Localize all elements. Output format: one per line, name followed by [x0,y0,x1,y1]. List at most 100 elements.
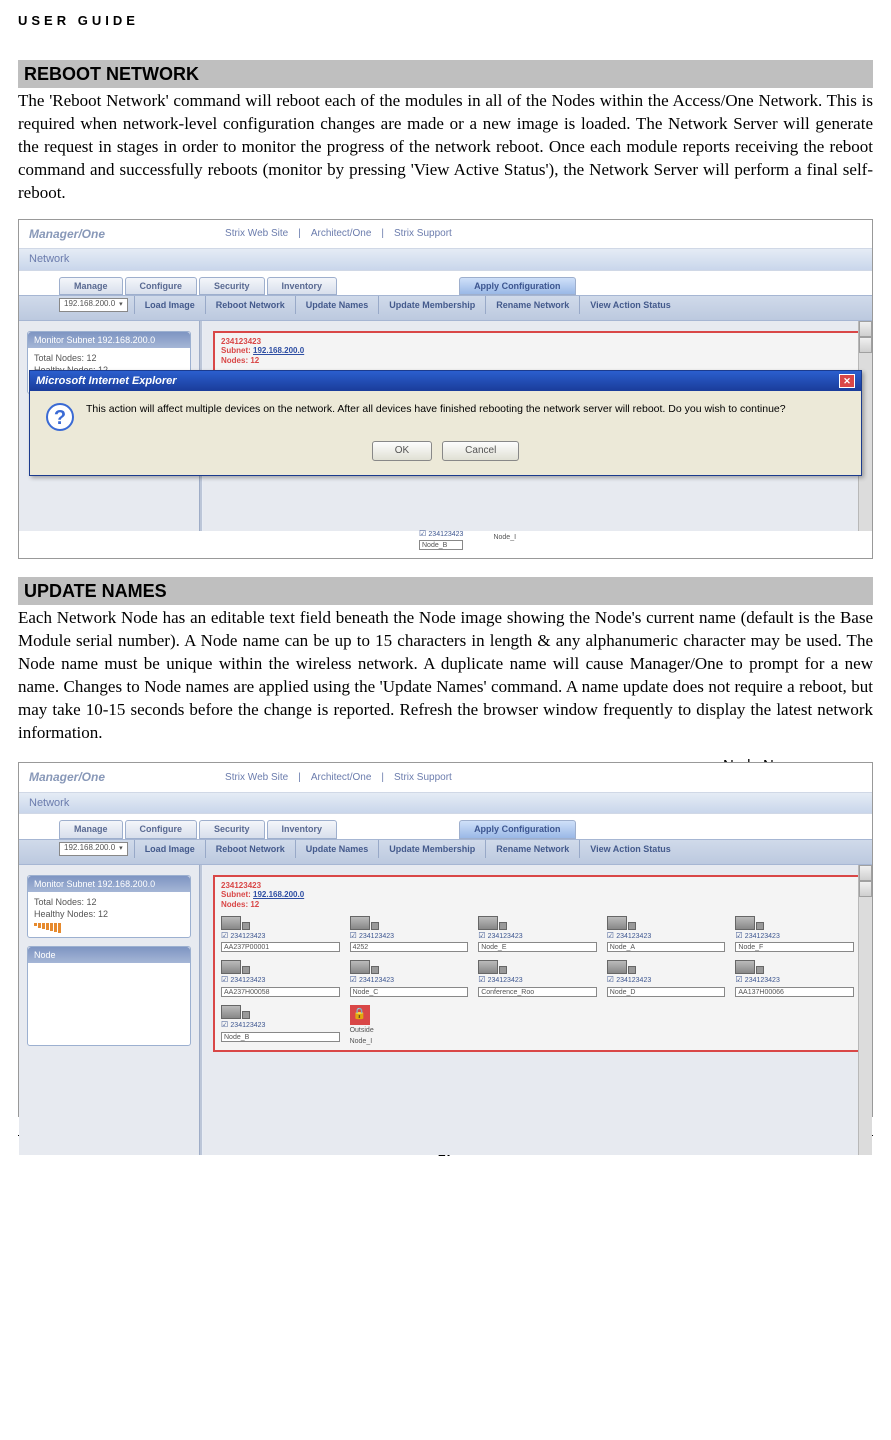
monitor-title: Monitor Subnet 192.168.200.0 [28,876,190,892]
node-icon[interactable] [607,916,627,930]
tab-security[interactable]: Security [199,820,265,838]
node-name-input[interactable]: Node_C [350,987,469,997]
node-checkbox[interactable]: 234123423 [350,931,469,942]
node-detail-panel: Node [27,946,191,1046]
toplink[interactable]: Strix Web Site [225,771,288,785]
subtab-reboot-network[interactable]: Reboot Network [205,840,295,858]
toplink[interactable]: Strix Support [394,771,452,785]
node-sub-icon [371,922,379,930]
subtab-update-names[interactable]: Update Names [295,296,379,314]
locked-sub: Node_I [350,1037,469,1046]
node-name-input[interactable]: Node_D [607,987,726,997]
subtab-update-names[interactable]: Update Names [295,840,379,858]
node-icon[interactable] [478,916,498,930]
node-checkbox[interactable]: 234123423 [478,931,597,942]
node-checkbox[interactable]: 234123423 [607,931,726,942]
node-checkbox[interactable]: 234123423 [478,975,597,986]
node-name-input[interactable]: AA137H00066 [735,987,854,997]
node-sub-icon [242,922,250,930]
node-checkbox[interactable]: 234123423 [221,931,340,942]
node-sub-icon [628,966,636,974]
node-item: 234123423Conference_Roo [478,960,597,997]
node-icon[interactable] [735,916,755,930]
subtab-rename-network[interactable]: Rename Network [485,840,579,858]
cancel-button[interactable]: Cancel [442,441,519,461]
subtab-view-action-status[interactable]: View Action Status [579,840,681,858]
node-item: 2341234234252 [350,916,469,953]
node-checkbox[interactable]: 234123423 [419,529,463,540]
node-sub-icon [242,1011,250,1019]
panel-id: 234123423 [221,881,261,890]
node-name-input[interactable]: AA237H00058 [221,987,340,997]
node-name-input[interactable]: 4252 [350,942,469,952]
monitor-subnet-panel: Monitor Subnet 192.168.200.0 Total Nodes… [27,875,191,938]
subtab-rename-network[interactable]: Rename Network [485,296,579,314]
node-icon[interactable] [350,916,370,930]
node-sub-icon [371,966,379,974]
node-icon[interactable] [221,916,241,930]
subtab-reboot-network[interactable]: Reboot Network [205,296,295,314]
body-reboot-network: The 'Reboot Network' command will reboot… [18,90,873,205]
node-name-input[interactable]: Node_A [607,942,726,952]
locked-label: Outside [350,1026,469,1035]
tab-manage[interactable]: Manage [59,277,123,295]
panel-subnet[interactable]: 192.168.200.0 [253,890,304,899]
node-checkbox[interactable]: 234123423 [221,1020,340,1031]
node-name-input[interactable]: Conference_Roo [478,987,597,997]
app-title: Manager/One [29,769,105,785]
tab-configure[interactable]: Configure [125,820,198,838]
subtab-load-image[interactable]: Load Image [134,296,205,314]
node-item: 234123423Node_D [607,960,726,997]
node-checkbox[interactable]: 234123423 [221,975,340,986]
heading-reboot-network: REBOOT NETWORK [18,60,873,88]
node-checkbox[interactable]: 234123423 [607,975,726,986]
toplink[interactable]: Architect/One [311,227,372,241]
node-icon[interactable] [607,960,627,974]
toplink[interactable]: Architect/One [311,771,372,785]
panel-subnet[interactable]: 192.168.200.0 [253,346,304,355]
header-user-guide: USER GUIDE [18,12,873,30]
node-icon[interactable] [221,1005,241,1019]
node-item: 234123423Node_C [350,960,469,997]
node-icon[interactable] [735,960,755,974]
node-checkbox[interactable]: 234123423 [735,975,854,986]
tab-manage[interactable]: Manage [59,820,123,838]
subtab-load-image[interactable]: Load Image [134,840,205,858]
node-checkbox[interactable]: 234123423 [735,931,854,942]
node-name-input[interactable]: Node_E [478,942,597,952]
app-title: Manager/One [29,226,105,242]
node-icon[interactable] [350,960,370,974]
tab-security[interactable]: Security [199,277,265,295]
node-item-locked: Outside Node_I [350,1005,469,1046]
tab-apply-configuration[interactable]: Apply Configuration [459,277,576,295]
scrollbar[interactable] [858,865,872,1155]
tab-apply-configuration[interactable]: Apply Configuration [459,820,576,838]
subnet-dropdown[interactable]: 192.168.200.0 [59,842,128,856]
tab-inventory[interactable]: Inventory [267,277,338,295]
node-name-input[interactable]: Node_F [735,942,854,952]
subtab-update-membership[interactable]: Update Membership [378,296,485,314]
ok-button[interactable]: OK [372,441,432,461]
subnet-dropdown[interactable]: 192.168.200.0 [59,298,128,312]
node-icon[interactable] [221,960,241,974]
node-icon[interactable] [478,960,498,974]
node-item: 234123423Node_A [607,916,726,953]
node-checkbox[interactable]: 234123423 [350,975,469,986]
dialog-title: Microsoft Internet Explorer [36,374,177,389]
node-sub-icon [756,966,764,974]
tab-inventory[interactable]: Inventory [267,820,338,838]
node-name-input[interactable]: Node_B [419,540,463,550]
node-sub-icon [499,922,507,930]
subtab-update-membership[interactable]: Update Membership [378,840,485,858]
toplink[interactable]: Strix Web Site [225,227,288,241]
panel-nodes: Nodes: 12 [221,356,259,365]
node-sub-icon [499,966,507,974]
subtab-view-action-status[interactable]: View Action Status [579,296,681,314]
close-icon[interactable]: ✕ [839,374,855,388]
panel-nodes: Nodes: 12 [221,900,259,909]
node-name-input[interactable]: AA237P00001 [221,942,340,952]
node-name-input[interactable]: Node_B [221,1032,340,1042]
tab-configure[interactable]: Configure [125,277,198,295]
toplink[interactable]: Strix Support [394,227,452,241]
node-item: 234123423Node_B [221,1005,340,1046]
